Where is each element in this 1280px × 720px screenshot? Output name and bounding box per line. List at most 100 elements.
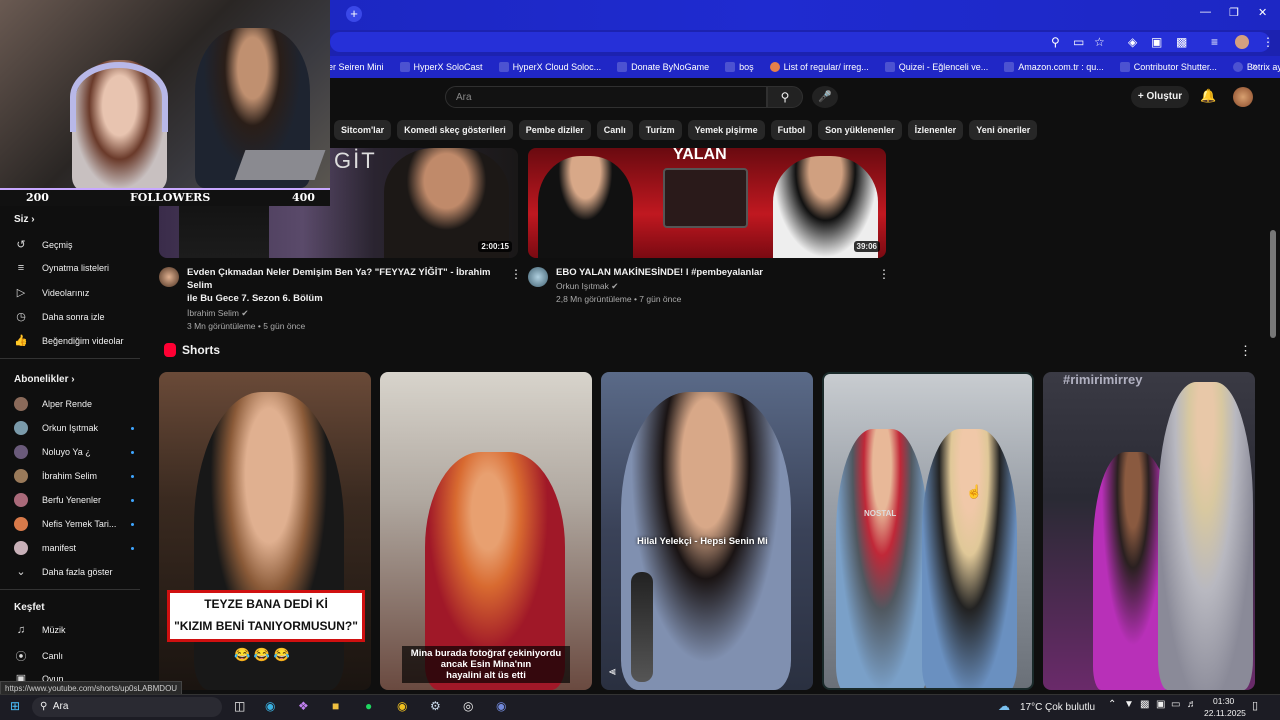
translate-icon[interactable]: ▣ (1151, 35, 1162, 49)
bookmark-star-icon[interactable]: ☆ (1094, 35, 1105, 49)
discord-icon[interactable]: ◉ (496, 699, 506, 713)
extension-icon[interactable]: ◈ (1128, 35, 1137, 49)
chip[interactable]: Sitcom'lar (334, 120, 392, 140)
sidebar-item-watch-later[interactable]: ◷ Daha sonra izle (14, 310, 134, 323)
bookmark-item[interactable]: Amazon.com.tr : qu... (1004, 62, 1104, 72)
bookmark-item[interactable]: HyperX SoloCast (399, 62, 483, 72)
chip[interactable]: Pembe diziler (518, 120, 591, 140)
sidebar-sub-item[interactable]: Alper Rende (14, 397, 134, 411)
menu-icon[interactable]: ⋮ (1262, 35, 1274, 49)
close-icon[interactable]: ✕ (1258, 6, 1267, 19)
sidebar-sub-item[interactable]: Orkun Işıtmak (14, 421, 134, 435)
sidebar-sub-item[interactable]: Nefis Yemek Tari... (14, 517, 134, 531)
copilot-icon[interactable]: ❖ (298, 699, 309, 713)
short-item[interactable]: #rimirimirrey (1043, 372, 1255, 690)
page-scrollbar[interactable] (1270, 230, 1276, 338)
search-button[interactable]: ⚲ (767, 86, 803, 108)
tray-chevron-icon[interactable]: ⌃ (1108, 699, 1116, 710)
short-item[interactable]: Hilal Yelekçi - Hepsi Senin Mi ⫷ (601, 372, 813, 690)
more-options-icon[interactable]: ⋮ (510, 267, 522, 281)
bookmarks-overflow-icon[interactable]: » (1252, 61, 1258, 72)
channel-name[interactable]: İbrahim Selim ✔ (187, 307, 507, 320)
mic-icon[interactable]: ▼ (1124, 699, 1134, 710)
steam-icon[interactable]: ⚙ (430, 699, 441, 713)
chip[interactable]: Yeni öneriler (969, 120, 1038, 140)
bookmark-item[interactable]: Quizei - Eğlenceli ve... (884, 62, 988, 72)
chrome-icon[interactable]: ◉ (397, 699, 407, 713)
sidebar-item-liked-videos[interactable]: 👍 Beğendiğim videolar (14, 334, 134, 347)
short-item[interactable]: TEYZE BANA DEDİ Kİ "KIZIM BENİ TANIYORMUS… (159, 372, 371, 690)
puzzle-icon[interactable]: ▩ (1176, 35, 1187, 49)
sidebar-sub-item[interactable]: manifest (14, 541, 134, 555)
shorts-more-icon[interactable]: ⋮ (1239, 343, 1252, 359)
notification-center-icon[interactable]: ▯ (1252, 699, 1258, 712)
shorts-heading: Shorts (182, 343, 221, 357)
chip[interactable]: Yemek pişirme (687, 120, 765, 140)
zoom-icon[interactable]: ⚲ (1051, 35, 1060, 49)
cast-icon[interactable]: ▭ (1073, 35, 1084, 49)
video-title[interactable]: EBO YALAN MAKİNESİNDE! l #pembeyalanlar (556, 266, 876, 279)
network-icon[interactable]: ▩ (1140, 699, 1149, 710)
bookmark-item[interactable]: Contributor Shutter... (1119, 62, 1217, 72)
sidebar-item-music[interactable]: ♫ Müzik (14, 624, 134, 636)
chip[interactable]: İzlenenler (907, 120, 964, 140)
sidebar-subscriptions-heading[interactable]: Abonelikler › (14, 374, 75, 385)
new-content-dot (131, 450, 134, 454)
bookmark-item[interactable]: HyperX Cloud Soloc... (498, 62, 601, 72)
video-thumbnail[interactable]: YALAN 39:06 (528, 148, 886, 258)
profile-avatar[interactable] (1235, 35, 1249, 49)
bookmark-folder[interactable]: boş (725, 62, 754, 72)
sidebar-sub-item[interactable]: Berfu Yenenler (14, 493, 134, 507)
new-tab-button[interactable]: + (346, 6, 362, 22)
thumbnail-text: GİT (334, 148, 377, 173)
media-icon[interactable]: ≡ (1211, 35, 1218, 49)
short-item[interactable]: NOSTAL ☝ (822, 372, 1034, 690)
chip[interactable]: Canlı (596, 120, 633, 140)
notifications-icon[interactable]: 🔔 (1200, 88, 1216, 104)
clock-date[interactable]: 22.11.2025 (1204, 708, 1246, 718)
chip[interactable]: Son yüklenenler (818, 120, 902, 140)
short-item[interactable]: Mina burada fotoğraf çekiniyordu ancak Es… (380, 372, 592, 690)
sidebar-show-more[interactable]: ⌄ Daha fazla göster (14, 565, 134, 578)
bookmark-item[interactable]: Donate ByNoGame (617, 62, 709, 72)
monitor-icon[interactable]: ▭ (1171, 699, 1180, 710)
voice-search-button[interactable]: 🎤 (812, 86, 838, 108)
thumbs-up-icon: 👍 (14, 335, 28, 347)
sidebar-item-history[interactable]: ↺ Geçmiş (14, 238, 134, 251)
avatar[interactable] (1233, 87, 1253, 107)
channel-avatar[interactable] (528, 267, 548, 287)
more-options-icon[interactable]: ⋮ (878, 267, 890, 281)
video-title[interactable]: Evden Çıkmadan Neler Demişim Ben Ya? "FE… (187, 266, 507, 305)
channel-avatar (14, 469, 28, 483)
taskbar-search[interactable]: ⚲ Ara (32, 697, 222, 717)
channel-avatar[interactable] (159, 267, 179, 287)
channel-avatar (14, 421, 28, 435)
create-button[interactable]: + Oluştur (1131, 86, 1189, 108)
sidebar-sub-item[interactable]: Noluyo Ya ¿ (14, 445, 134, 459)
sidebar-you-heading[interactable]: Siz › (14, 214, 35, 225)
clock-time[interactable]: 01:30 (1213, 696, 1234, 706)
spotify-icon[interactable]: ● (365, 699, 372, 713)
sidebar-item-live[interactable]: ⦿ Canlı (14, 648, 134, 664)
channel-name[interactable]: Orkun Işıtmak ✔ (556, 280, 876, 293)
bookmark-item[interactable]: List of regular/ irreg... (769, 62, 869, 72)
sidebar-sub-item[interactable]: İbrahim Selim (14, 469, 134, 483)
chip[interactable]: Komedi skeç gösterileri (397, 120, 513, 140)
sidebar-item-playlists[interactable]: ≡ Oynatma listeleri (14, 262, 134, 274)
edge-icon[interactable]: ◉ (265, 699, 275, 713)
verified-icon: ✔ (241, 308, 249, 318)
restore-icon[interactable]: ❐ (1229, 6, 1239, 19)
chip[interactable]: Futbol (770, 120, 813, 140)
task-view-icon[interactable]: ◫ (234, 699, 245, 713)
screen-icon[interactable]: ▣ (1156, 699, 1165, 710)
minimize-icon[interactable]: — (1200, 6, 1211, 18)
obs-icon[interactable]: ◎ (463, 699, 473, 713)
chip[interactable]: Turizm (638, 120, 682, 140)
bookmark-item[interactable]: er Seiren Mini (328, 62, 384, 72)
windows-start-icon[interactable]: ⊞ (10, 699, 20, 713)
search-input[interactable]: Ara (445, 86, 767, 108)
volume-icon[interactable]: ♬ (1187, 699, 1197, 710)
sidebar-item-your-videos[interactable]: ▷ Videolarınız (14, 286, 134, 299)
followers-current: 200 (26, 191, 49, 204)
file-explorer-icon[interactable]: ■ (332, 699, 339, 713)
